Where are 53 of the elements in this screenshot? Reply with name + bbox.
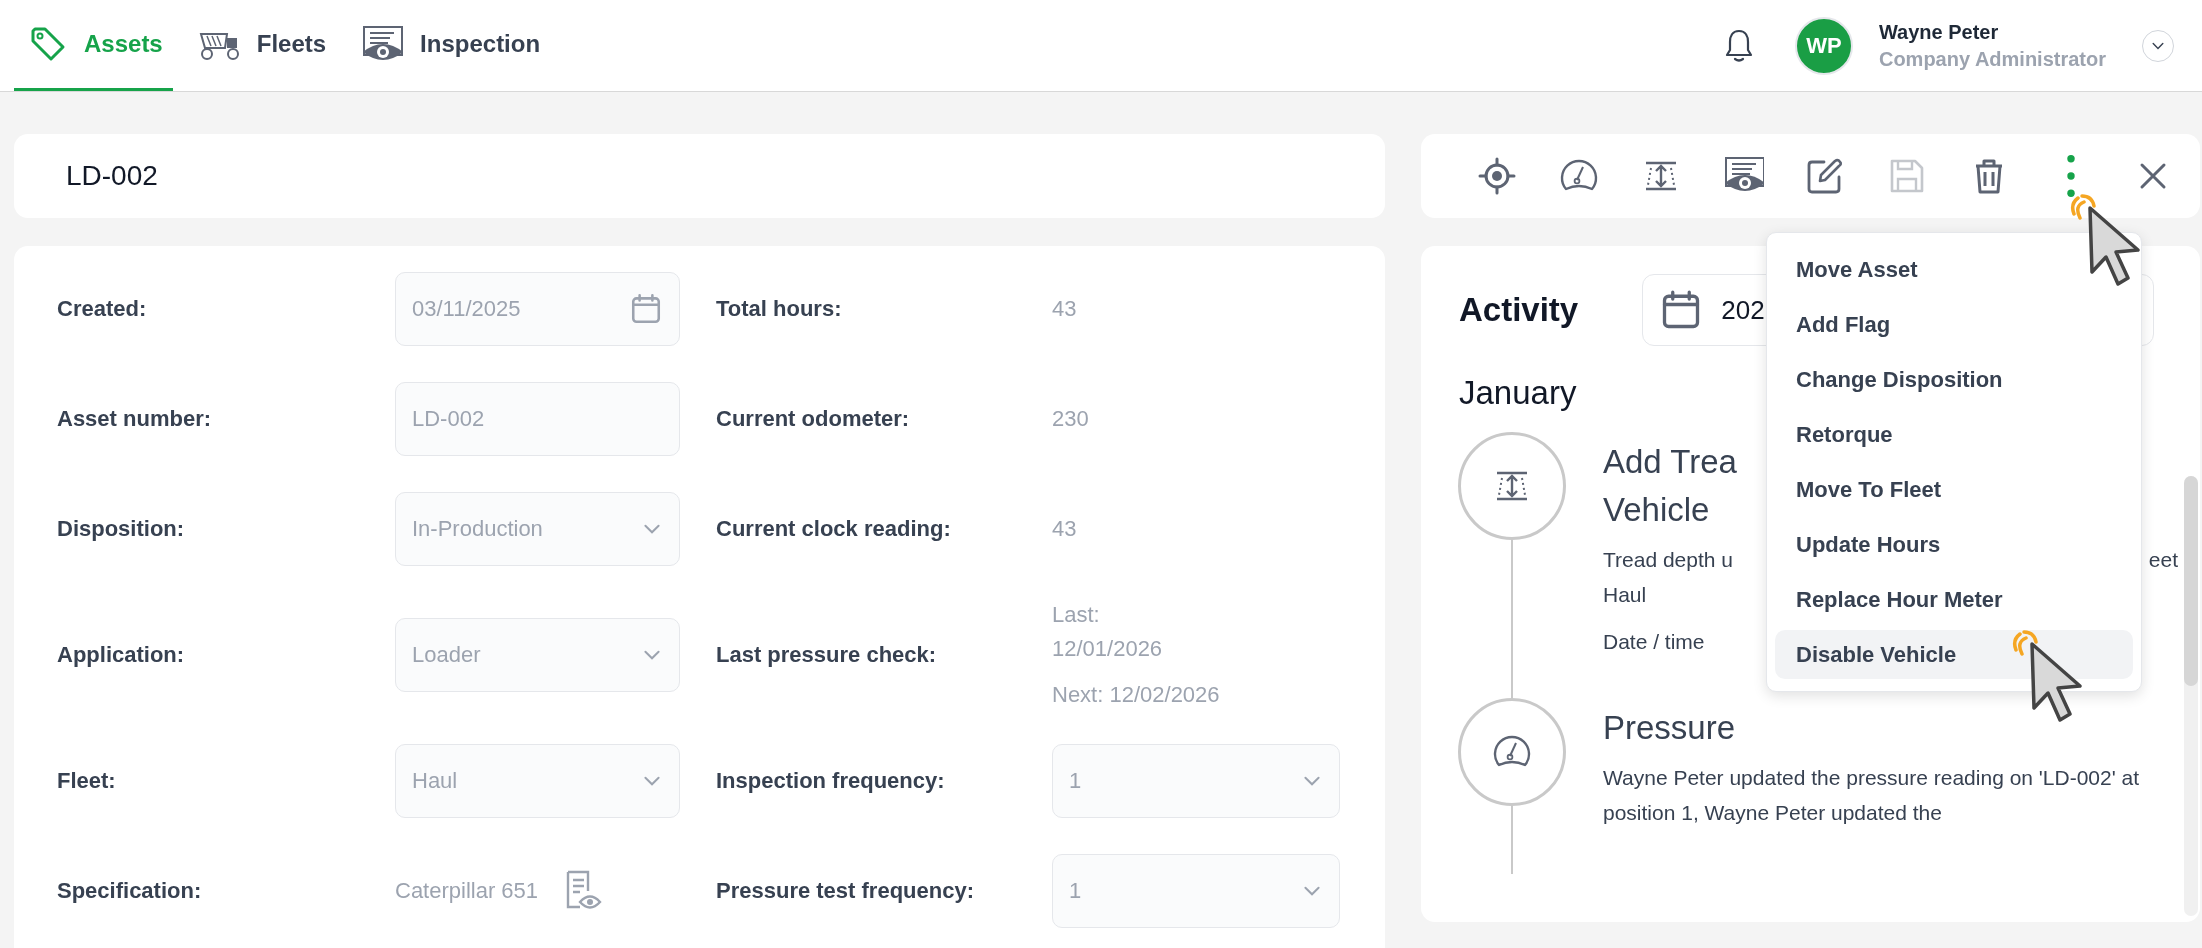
date-time-label: Date / time — [1603, 630, 1705, 654]
event-title: Add Trea — [1603, 442, 1737, 482]
event-description: Haul — [1603, 582, 1647, 608]
menu-item[interactable]: Add Flag — [1775, 300, 2133, 349]
event-description: eet — [2148, 547, 2178, 573]
field-label: Current clock reading: — [716, 516, 951, 541]
menu-item[interactable]: Move To Fleet — [1775, 465, 2133, 514]
target-icon — [1476, 155, 1518, 197]
field-label: Pressure test frequency: — [716, 878, 974, 903]
more-options-icon — [2067, 155, 2075, 197]
field-value: 43 — [1052, 516, 1078, 542]
field-label: Total hours: — [716, 296, 842, 321]
menu-item[interactable]: Replace Hour Meter — [1775, 575, 2133, 624]
dropdown-value: In-Production — [412, 516, 543, 542]
field-value: Next: 12/02/2026 — [1052, 682, 1221, 708]
event-description: Wayne Peter updated the pressure reading on 'LD-002' at position 1, Wayne Peter updated the — [1603, 765, 2141, 826]
menu-item[interactable]: Disable Vehicle — [1775, 630, 2133, 679]
field-value: 43 — [1052, 296, 1078, 322]
dropdown-value: Haul — [412, 768, 458, 794]
field-label: Disposition: — [57, 516, 185, 541]
date-range-value: 202 — [1721, 294, 1765, 326]
field-value: Last: — [1052, 602, 1101, 628]
field-label: Specification: — [57, 878, 202, 903]
field-label: Fleet: — [57, 768, 116, 793]
menu-item[interactable]: Move Asset — [1775, 245, 2133, 294]
field-label: Inspection frequency: — [716, 768, 945, 793]
activity-title: Activity — [1459, 291, 1579, 329]
field-label: Asset number: — [57, 406, 212, 431]
calendar-icon — [629, 292, 663, 326]
user-role: Company Administrator — [1878, 47, 2106, 71]
menu-item[interactable]: Change Disposition — [1775, 355, 2133, 404]
scrollbar-thumb[interactable] — [2184, 476, 2198, 686]
field-label: Current odometer: — [716, 406, 910, 431]
dropdown-value: 1 — [1069, 768, 1082, 794]
user-name: Wayne Peter — [1878, 20, 2000, 44]
menu-item[interactable]: Retorque — [1775, 410, 2133, 459]
field-value: 230 — [1052, 406, 1090, 432]
nav-tab[interactable]: Fleets — [186, 0, 337, 91]
field-value: 12/01/2026 — [1052, 636, 1164, 662]
nav-tab[interactable]: Inspection — [350, 0, 551, 91]
event-description: Tread depth u — [1603, 547, 1733, 573]
field-label: Application: — [57, 642, 185, 667]
specification-value: Caterpillar 651 — [395, 878, 539, 904]
field-label: Last pressure check: — [716, 642, 937, 667]
event-title: Pressure — [1603, 708, 1736, 748]
menu-item[interactable]: Update Hours — [1775, 520, 2133, 569]
dropdown-value: 1 — [1069, 878, 1082, 904]
month-heading: January — [1459, 374, 1577, 412]
dropdown-value: Loader — [412, 642, 481, 668]
field-label: Created: — [57, 296, 147, 321]
asset-title: LD-002 — [66, 160, 158, 192]
event-title: Vehicle — [1603, 490, 1710, 530]
date-value: 03/11/2025 — [412, 296, 521, 322]
